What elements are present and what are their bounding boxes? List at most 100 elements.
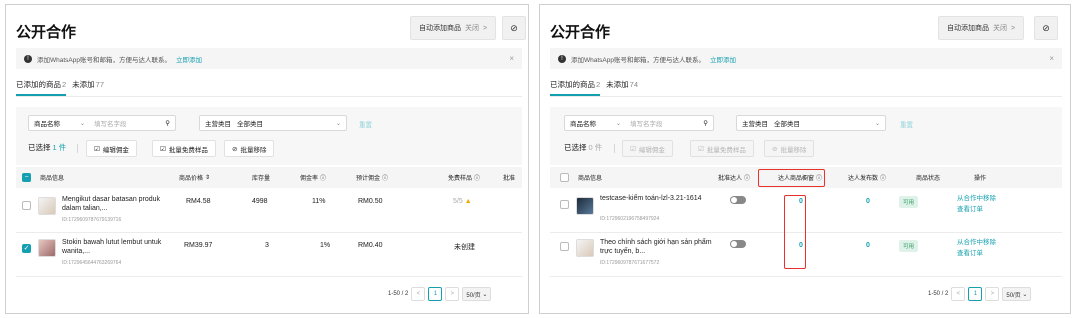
selected-count: 已选择 0 件 <box>564 142 602 153</box>
col-price[interactable]: 商品价格 ⇕ <box>179 167 210 188</box>
tab-label: 未添加 <box>606 80 629 89</box>
batch-free-sample-button[interactable]: ☑ 批量免费样品 <box>690 140 754 157</box>
search-field-group[interactable]: 商品名称 ⌄ 填写名字段 ⚲ <box>564 115 714 131</box>
approve-toggle[interactable] <box>730 240 746 248</box>
product-thumbnail <box>38 239 56 257</box>
price-value: RM39.97 <box>184 242 213 249</box>
field-select[interactable]: 商品名称 <box>570 118 616 128</box>
sort-icon[interactable]: ⇕ <box>205 174 210 181</box>
col-product-status: 商品状态 <box>916 176 941 182</box>
tab-count: 77 <box>95 80 105 89</box>
remove-from-collab-link[interactable]: 从合作中移除 <box>957 237 996 248</box>
chevron-down-icon: ⌄ <box>80 120 86 127</box>
button-label: 批量移除 <box>780 146 807 154</box>
edit-commission-button[interactable]: ☑ 编辑佣金 <box>86 140 137 157</box>
prev-page-button[interactable]: < <box>411 287 426 301</box>
page-1-button[interactable]: 1 <box>968 287 983 301</box>
auto-add-status: 关闭 <box>993 25 1007 32</box>
remove-from-collab-link[interactable]: 从合作中移除 <box>957 193 996 204</box>
tab-count: 74 <box>629 80 639 89</box>
filter-bar: 商品名称 ⌄ 填写名字段 ⚲ 主营类目 全部类目 ⌄ 重置 已选择 0 件 ☑ 编辑… <box>550 107 1062 165</box>
row-checkbox[interactable] <box>22 201 31 210</box>
next-page-button[interactable]: > <box>445 287 460 301</box>
auto-add-products-button[interactable]: 自动添加商品 关闭 > <box>938 16 1025 40</box>
product-name[interactable]: testcase-kiểm toán-lzl-3.21-1614 <box>600 194 710 203</box>
page-size-select[interactable]: 50/页 ⌄ <box>462 287 492 301</box>
view-orders-link[interactable]: 查看订单 <box>957 204 996 215</box>
search-icon[interactable]: ⚲ <box>165 119 170 127</box>
col-est-commission: 预计佣金 ⓘ <box>356 167 388 188</box>
rate-value: 1% <box>320 242 331 249</box>
help-circle-icon[interactable]: ⓘ <box>880 173 886 182</box>
page-1-button[interactable]: 1 <box>428 287 443 301</box>
select-all-checkbox[interactable]: − <box>22 167 31 188</box>
product-name[interactable]: Stokin bawah lutut lembut untuk wanita,.… <box>62 238 172 256</box>
product-id: ID:1729602196758497924 <box>600 216 660 222</box>
tab-not-added[interactable]: 未添加77 <box>72 79 104 96</box>
tab-added-products[interactable]: 已添加的商品2 <box>550 79 601 96</box>
approve-toggle[interactable] <box>730 196 746 204</box>
edit-icon: ☑ <box>94 145 100 153</box>
auto-add-products-button[interactable]: 自动添加商品 关闭 > <box>410 16 497 40</box>
edit-icon: ☑ <box>160 145 166 153</box>
price-value: RM4.58 <box>186 198 211 205</box>
tab-divider <box>550 96 1062 97</box>
notice-bar: ! 添加WhatsApp账号和邮箱，方便与达人联系。 立即添加 × <box>16 48 522 69</box>
search-input[interactable]: 填写名字段 <box>630 118 703 128</box>
row-checkbox[interactable]: ✓ <box>22 244 31 253</box>
add-now-link[interactable]: 立即添加 <box>710 54 736 64</box>
col-approved-creators: 批准达人 ⓘ <box>718 167 750 188</box>
selected-label: 已选择 <box>564 143 587 152</box>
posts-count[interactable]: 0 <box>866 242 870 249</box>
help-circle-icon[interactable]: ⓘ <box>474 173 480 182</box>
batch-remove-button[interactable]: ⊘ 批量移除 <box>224 140 275 157</box>
tab-label: 已添加的商品 <box>550 80 595 89</box>
sample-count: 5/5 <box>453 198 463 205</box>
view-orders-link[interactable]: 查看订单 <box>957 248 996 259</box>
reset-button[interactable]: 重置 <box>900 119 913 129</box>
page-size-select[interactable]: 50/页 ⌄ <box>1002 287 1032 301</box>
search-icon[interactable]: ⚲ <box>703 119 708 127</box>
prev-page-button[interactable]: < <box>951 287 966 301</box>
tab-added-products[interactable]: 已添加的商品2 <box>16 79 67 96</box>
product-name[interactable]: Mengikut dasar batasan produk dalam tali… <box>62 195 172 213</box>
help-circle-icon[interactable]: ⓘ <box>744 173 750 182</box>
checkbox-icon[interactable] <box>560 173 569 182</box>
batch-remove-button[interactable]: ⊘ 批量移除 <box>764 140 815 157</box>
category-select[interactable]: 主营类目 全部类目 ⌄ <box>736 115 886 131</box>
stock-value: 4998 <box>252 198 268 205</box>
col-label: 商品价格 <box>179 176 204 182</box>
search-input[interactable]: 填写名字段 <box>94 118 165 128</box>
warning-icon: ▲ <box>464 198 472 205</box>
notice-bar: ! 添加WhatsApp账号和邮箱，方便与达人联系。 立即添加 × <box>550 48 1062 69</box>
help-icon[interactable]: ⊘ <box>502 16 526 40</box>
search-field-group[interactable]: 商品名称 ⌄ 填写名字段 ⚲ <box>28 115 176 131</box>
help-circle-icon[interactable]: ⓘ <box>320 173 326 182</box>
close-icon[interactable]: × <box>1049 54 1054 63</box>
table-row: Theo chính sách giới hạn sản phẩm trực t… <box>550 233 1062 277</box>
row-checkbox[interactable] <box>560 200 569 209</box>
batch-free-sample-button[interactable]: ☑ 批量免费样品 <box>152 140 216 157</box>
row-checkbox[interactable] <box>560 242 569 251</box>
category-select[interactable]: 主营类目 全部类目 ⌄ <box>199 115 347 131</box>
edit-commission-button[interactable]: ☑ 编辑佣金 <box>622 140 673 157</box>
help-icon[interactable]: ⊘ <box>1034 16 1058 40</box>
product-name[interactable]: Theo chính sách giới hạn sản phẩm trực t… <box>600 238 712 256</box>
posts-count[interactable]: 0 <box>866 198 870 205</box>
reset-button[interactable]: 重置 <box>359 119 372 129</box>
close-icon[interactable]: × <box>509 54 514 63</box>
select-all-checkbox[interactable] <box>560 167 569 188</box>
col-product-info: 商品信息 <box>40 176 65 182</box>
help-circle-icon[interactable]: ⓘ <box>382 173 388 182</box>
status-badge: 可用 <box>899 196 919 208</box>
add-now-link[interactable]: 立即添加 <box>176 54 202 64</box>
next-page-button[interactable]: > <box>985 287 1000 301</box>
notice-text: 添加WhatsApp账号和邮箱，方便与达人联系。 <box>37 56 171 64</box>
edit-icon: ☑ <box>698 145 704 153</box>
col-label: 佣金率 <box>300 176 319 182</box>
button-label: 编辑佣金 <box>638 146 665 154</box>
checkbox-partial-icon[interactable]: − <box>22 173 31 182</box>
selected-label: 已选择 <box>28 143 51 152</box>
field-select[interactable]: 商品名称 <box>34 118 80 128</box>
tab-not-added[interactable]: 未添加74 <box>606 79 638 96</box>
